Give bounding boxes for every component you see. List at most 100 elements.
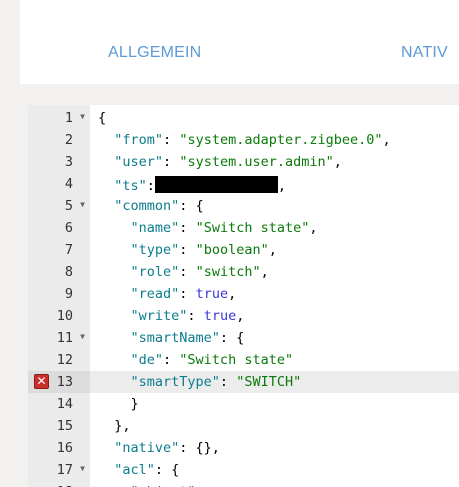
tab-native[interactable]: NATIV [401,44,448,62]
json-punctuation: : [146,178,155,194]
line-number-cell: 5 ▼ [28,195,90,217]
code-line[interactable]: 2 "from": "system.adapter.zigbee.0", [28,129,459,151]
line-number: 7 [64,242,73,258]
json-editor[interactable]: 1 ▼{2 "from": "system.adapter.zigbee.0", 3… [28,105,459,487]
json-punctuation: , [260,264,269,280]
code-text: "write": true, [98,308,245,324]
json-string: "system.user.admin" [179,154,334,170]
json-string: "switch" [195,264,261,280]
json-key: "type" [130,242,180,258]
line-number: 6 [64,220,73,236]
code-line[interactable]: 1 ▼ { [28,107,459,129]
line-number-cell: 3 [28,151,90,173]
json-key: "native" [114,440,180,456]
error-icon[interactable]: ✕ [34,374,49,389]
tab-general[interactable]: ALLGEMEIN [108,44,201,62]
line-number: 14 [56,396,73,412]
code-text: { [98,110,106,126]
code-text: "read": true, [98,286,237,302]
line-number-cell: 8 [28,261,90,283]
json-key: "smartType" [130,374,220,390]
line-number-cell: 11 ▼ [28,327,90,349]
line-number: 11 [56,330,73,346]
code-line[interactable]: 14 } [28,393,459,415]
code-line[interactable]: 15 }, [28,415,459,437]
code-text: "smartType": "SWITCH" [98,374,302,390]
code-line[interactable]: 8 "role": "switch", [28,261,459,283]
json-key: "role" [130,264,180,280]
code-line[interactable]: 6 "name": "Switch state", [28,217,459,239]
code-text: "from": "system.adapter.zigbee.0", [98,132,390,148]
code-text: "name": "Switch state", [98,220,318,236]
json-punctuation: : [179,242,196,258]
json-key: "from" [114,132,164,148]
json-punctuation: : [163,352,180,368]
line-number: 4 [64,176,73,192]
json-punctuation: , [236,308,245,324]
json-string: "boolean" [195,242,269,258]
redacted-value [154,176,278,193]
line-number-cell: 6 [28,217,90,239]
code-line[interactable]: 12 "de": "Switch state" [28,349,459,371]
json-key: "de" [130,352,164,368]
line-number: 3 [64,154,73,170]
code-text: "acl": { [98,462,179,478]
json-punctuation: , [228,286,237,302]
code-text: } [98,396,139,412]
json-key: "ts" [114,178,147,194]
json-key: "user" [114,154,164,170]
json-punctuation: , [333,154,342,170]
fold-toggle-icon[interactable]: ▼ [80,464,85,473]
line-number-cell: 9 [28,283,90,305]
code-line[interactable]: 7 "type": "boolean", [28,239,459,261]
line-number: 9 [64,286,73,302]
line-number-cell: ✕ 13 [28,371,90,393]
fold-toggle-icon[interactable]: ▼ [80,332,85,341]
code-line[interactable]: 4 "ts":, [28,173,459,195]
line-number-cell: 7 [28,239,90,261]
code-text: "native": {}, [98,440,220,456]
json-key: "name" [130,220,180,236]
line-number-cell: 18 [28,481,90,487]
json-punctuation: : [163,132,180,148]
code-line[interactable]: 3 "user": "system.user.admin", [28,151,459,173]
json-punctuation: : [187,308,204,324]
json-boolean: true [203,308,237,324]
code-text: "user": "system.user.admin", [98,154,342,170]
json-key: "read" [130,286,180,302]
json-boolean: true [195,286,229,302]
code-text: "smartName": { [98,330,245,346]
code-line[interactable]: 10 "write": true, [28,305,459,327]
code-line[interactable]: 11 ▼ "smartName": { [28,327,459,349]
json-punctuation: : [179,264,196,280]
json-key: "acl" [114,462,155,478]
json-punctuation: }, [114,418,131,434]
code-line[interactable]: 9 "read": true, [28,283,459,305]
code-line[interactable]: 18 "object": [28,481,459,487]
json-punctuation: : { [219,330,245,346]
line-number: 5 [64,198,73,214]
fold-toggle-icon[interactable]: ▼ [80,112,85,121]
line-number-cell: 15 [28,415,90,437]
json-punctuation: : [163,154,180,170]
line-number: 2 [64,132,73,148]
code-line[interactable]: 17 ▼ "acl": { [28,459,459,481]
code-line[interactable]: 5 ▼ "common": { [28,195,459,217]
line-number: 16 [56,440,73,456]
line-number-cell: 17 ▼ [28,459,90,481]
line-number: 8 [64,264,73,280]
json-punctuation: : {}, [179,440,220,456]
code-line[interactable]: ✕ 13 "smartType": "SWITCH" [28,371,459,393]
json-punctuation: } [130,396,139,412]
line-number: 13 [56,374,73,390]
json-string: "system.adapter.zigbee.0" [179,132,383,148]
json-punctuation: , [277,178,287,194]
json-string: "Switch state" [195,220,310,236]
fold-toggle-icon[interactable]: ▼ [80,200,85,209]
json-key: "common" [114,198,180,214]
tab-bar: ALLGEMEIN NATIV [20,0,459,84]
line-number: 1 [64,110,73,126]
line-number: 17 [56,462,73,478]
code-line[interactable]: 16 "native": {}, [28,437,459,459]
json-key: "write" [130,308,188,324]
